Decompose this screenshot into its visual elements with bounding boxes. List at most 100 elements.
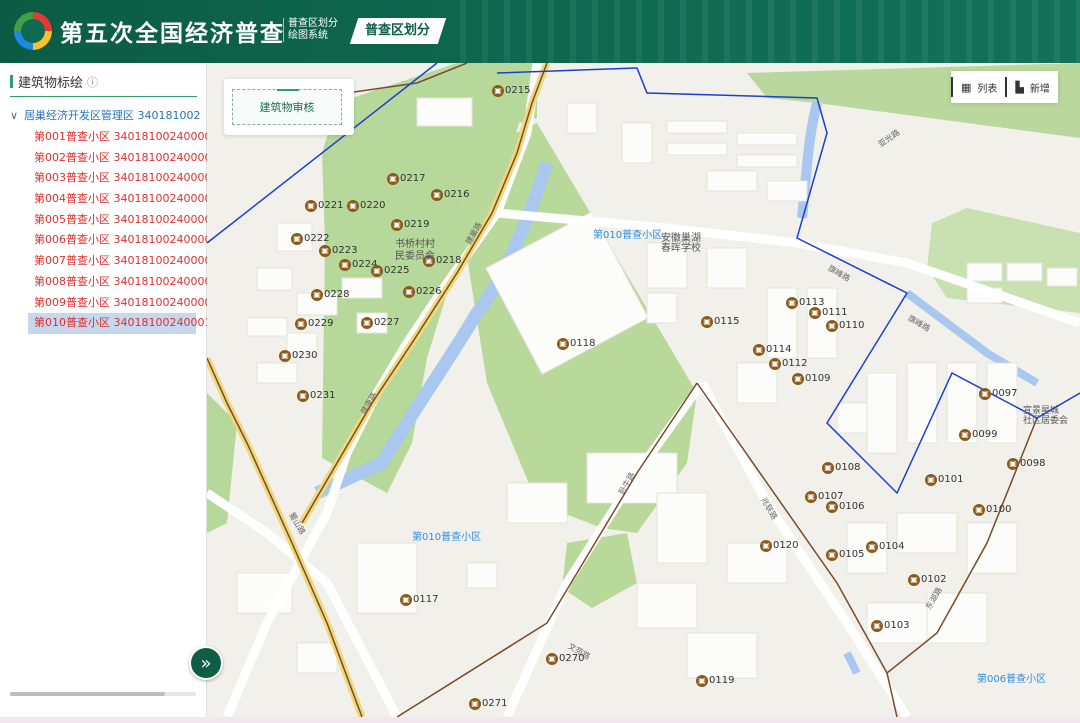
add-button[interactable]: ▙ 新增 (1005, 77, 1057, 97)
add-label: 新增 (1029, 83, 1050, 95)
building-label: 0231 (310, 390, 336, 401)
building-marker[interactable]: ▣ 0103 (871, 620, 909, 632)
building-label: 0111 (822, 307, 848, 318)
building-marker[interactable]: ▣ 0229 (295, 318, 333, 330)
building-label: 0218 (436, 255, 462, 266)
building-marker[interactable]: ▣ 0119 (696, 675, 734, 687)
building-marker[interactable]: ▣ 0100 (973, 504, 1011, 516)
building-label: 0108 (835, 462, 861, 473)
building-label: 0105 (839, 549, 865, 560)
building-marker[interactable]: ▣ 0101 (925, 474, 963, 486)
building-marker[interactable]: ▣ 0227 (361, 317, 399, 329)
building-label: 0109 (805, 373, 831, 384)
building-marker[interactable]: ▣ 0271 (469, 698, 507, 710)
building-marker[interactable]: ▣ 0219 (391, 219, 429, 231)
building-icon: ▣ (701, 316, 713, 328)
building-icon: ▣ (347, 200, 359, 212)
building-marker[interactable]: ▣ 0110 (826, 320, 864, 332)
tab-district-division[interactable]: 普查区划分 (349, 18, 447, 44)
info-icon[interactable]: ⓘ (87, 74, 98, 90)
expand-sidebar-button[interactable]: » (189, 646, 223, 680)
building-marker[interactable]: ▣ 0109 (792, 373, 830, 385)
subtitle-line1: 普查区划分 (288, 18, 338, 29)
building-marker[interactable]: ▣ 0228 (311, 289, 349, 301)
building-label: 0225 (384, 265, 410, 276)
building-marker[interactable]: ▣ 0217 (387, 173, 425, 185)
tree-item[interactable]: 第001普查小区 340181002400001 (34, 127, 218, 148)
building-icon: ▣ (297, 390, 309, 402)
building-icon: ▣ (925, 474, 937, 486)
building-label: 0114 (766, 344, 792, 355)
building-marker[interactable]: ▣ 0117 (400, 594, 438, 606)
grid-icon: ▦ (961, 80, 972, 94)
building-marker[interactable]: ▣ 0118 (557, 338, 595, 350)
place-label: 春晖学校 (661, 243, 701, 254)
building-review-button[interactable]: 建筑物审核 (232, 89, 342, 125)
tree-item[interactable]: 第003普查小区 340181002400003 (34, 168, 218, 189)
building-marker[interactable]: ▣ 0226 (403, 286, 441, 298)
horizontal-scrollbar[interactable] (10, 692, 196, 696)
building-label: 0223 (332, 245, 358, 256)
tree-item[interactable]: 第002普查小区 340181002400002 (34, 148, 218, 169)
tree-item[interactable]: 第008普查小区 340181002400008 (34, 272, 218, 293)
building-marker[interactable]: ▣ 0104 (866, 541, 904, 553)
building-icon: ▣ (959, 429, 971, 441)
tree-root[interactable]: ∨ 居巢经济开发区管理区 340181002400 (10, 107, 200, 123)
building-marker[interactable]: ▣ 0216 (431, 189, 469, 201)
building-marker[interactable]: ▣ 0105 (826, 549, 864, 561)
building-marker[interactable]: ▣ 0114 (753, 344, 791, 356)
building-marker[interactable]: ▣ 0108 (822, 462, 860, 474)
building-marker[interactable]: ▣ 0215 (492, 85, 530, 97)
building-icon: ▣ (305, 200, 317, 212)
building-label: 0112 (782, 358, 808, 369)
building-marker[interactable]: ▣ 0120 (760, 540, 798, 552)
tree-item[interactable]: 第005普查小区 340181002400005 (34, 210, 218, 231)
building-marker[interactable]: ▣ 0115 (701, 316, 739, 328)
map-canvas[interactable]: ▣ 0215 ▣ 0217 ▣ 0216 ▣ 0221 ▣ 0220 ▣ 0219 ▣ 0222 ▣ 0223… (207, 63, 1080, 717)
building-marker[interactable]: ▣ 0222 (291, 233, 329, 245)
tree-item[interactable]: 第004普查小区 340181002400004 (34, 189, 218, 210)
building-marker[interactable]: ▣ 0231 (297, 390, 335, 402)
building-marker[interactable]: ▣ 0111 (809, 307, 847, 319)
place-label: 社区居委会 (1023, 416, 1069, 426)
building-icon: ▣ (371, 265, 383, 277)
chevron-down-icon[interactable]: ∨ (10, 109, 18, 122)
building-icon: ▣ (431, 189, 443, 201)
building-marker[interactable]: ▣ 0097 (979, 388, 1017, 400)
building-icon: ▣ (871, 620, 883, 632)
building-marker[interactable]: ▣ 0230 (279, 350, 317, 362)
building-marker[interactable]: ▣ 0223 (319, 245, 357, 257)
building-marker[interactable]: ▣ 0099 (959, 429, 997, 441)
app-subtitle: 普查区划分 绘图系统 (283, 18, 353, 42)
building-icon: ▣ (973, 504, 985, 516)
building-marker[interactable]: ▣ 0112 (769, 358, 807, 370)
list-button[interactable]: ▦ 列表 (951, 77, 1005, 97)
area-label: 第010普查小区 (412, 532, 482, 543)
building-label: 0104 (879, 541, 905, 552)
building-marker[interactable]: ▣ 0225 (371, 265, 409, 277)
scrollbar-thumb[interactable] (10, 692, 165, 696)
building-label: 0106 (839, 501, 865, 512)
building-icon: ▣ (361, 317, 373, 329)
building-label: 0100 (986, 504, 1012, 515)
building-marker[interactable]: ▣ 0221 (305, 200, 343, 212)
tree-item[interactable]: 第010普查小区 340181002400010 (28, 313, 218, 334)
building-label: 0219 (404, 219, 430, 230)
building-marker[interactable]: ▣ 0220 (347, 200, 385, 212)
building-label: 0221 (318, 200, 344, 211)
building-label: 0115 (714, 316, 740, 327)
building-icon: ▣ (391, 219, 403, 231)
tree-item[interactable]: 第007普查小区 340181002400007 (34, 251, 218, 272)
building-marker[interactable]: ▣ 0102 (908, 574, 946, 586)
building-marker[interactable]: ▣ 0106 (826, 501, 864, 513)
building-marker[interactable]: ▣ 0098 (1007, 458, 1045, 470)
building-label: 0101 (938, 474, 964, 485)
building-icon: ▣ (822, 462, 834, 474)
tree-item[interactable]: 第006普查小区 340181002400006 (34, 230, 218, 251)
building-icon: ▣ (786, 297, 798, 309)
building-icon: ▣ (696, 675, 708, 687)
building-label: 0099 (972, 429, 998, 440)
sidebar-heading: 建筑物标绘 ⓘ (10, 72, 98, 91)
tree-item[interactable]: 第009普查小区 340181002400009 (34, 293, 218, 314)
tree-root-label: 居巢经济开发区管理区 340181002400 (24, 109, 200, 122)
